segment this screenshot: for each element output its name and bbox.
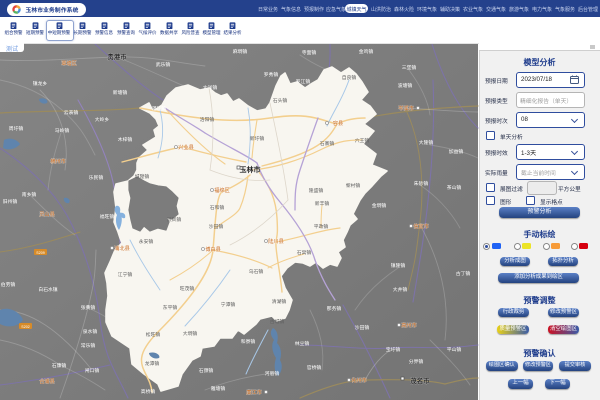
svg-text:S209: S209 <box>36 251 44 255</box>
svg-text:横州市: 横州市 <box>50 157 66 165</box>
svg-text:官桥镇: 官桥镇 <box>307 364 322 371</box>
svg-text:朱砂镇: 朱砂镇 <box>414 180 429 187</box>
svg-text:罗江镇: 罗江镇 <box>296 78 311 85</box>
svg-text:松旺镇: 松旺镇 <box>146 331 161 338</box>
svg-text:大岭乡: 大岭乡 <box>95 116 110 123</box>
svg-text:茶山镇: 茶山镇 <box>447 184 462 191</box>
svg-text:镇龙乡: 镇龙乡 <box>33 80 48 87</box>
svg-text:乐民镇: 乐民镇 <box>89 174 104 181</box>
svg-text:福绵区: 福绵区 <box>214 186 230 194</box>
svg-text:兴业县: 兴业县 <box>178 143 194 151</box>
svg-text:和寮镇: 和寮镇 <box>241 338 256 345</box>
svg-text:隆盛镇: 隆盛镇 <box>309 187 324 194</box>
svg-text:石颈镇: 石颈镇 <box>199 367 214 374</box>
svg-text:永安镇: 永安镇 <box>139 238 154 245</box>
svg-text:周圩镇: 周圩镇 <box>9 125 24 132</box>
svg-text:高桥镇: 高桥镇 <box>141 388 156 395</box>
svg-text:加益镇: 加益镇 <box>449 148 464 155</box>
svg-text:木梓镇: 木梓镇 <box>118 136 133 143</box>
svg-text:福旺镇: 福旺镇 <box>100 213 115 220</box>
svg-text:城隍镇: 城隍镇 <box>135 173 150 180</box>
svg-text:石头镇: 石头镇 <box>273 97 288 104</box>
svg-text:大井镇: 大井镇 <box>393 286 408 293</box>
svg-text:镇隆镇: 镇隆镇 <box>391 262 406 269</box>
svg-text:宁潭镇: 宁潭镇 <box>221 301 236 308</box>
svg-text:古丁镇: 古丁镇 <box>456 270 471 277</box>
svg-text:分界镇: 分界镇 <box>409 358 424 365</box>
svg-text:S202: S202 <box>21 325 29 329</box>
svg-text:龙潭镇: 龙潭镇 <box>145 360 160 367</box>
svg-text:浦北县: 浦北县 <box>114 244 130 252</box>
svg-text:石窝镇: 石窝镇 <box>297 249 312 256</box>
svg-text:黎村镇: 黎村镇 <box>346 182 361 189</box>
svg-text:博白县: 博白县 <box>205 245 221 253</box>
svg-text:平政镇: 平政镇 <box>314 223 329 230</box>
svg-text:廉江市: 廉江市 <box>246 388 262 396</box>
svg-text:闸口镇: 闸口镇 <box>85 367 100 374</box>
svg-text:新塘镇: 新塘镇 <box>113 89 128 96</box>
svg-text:马岭镇: 马岭镇 <box>55 127 70 134</box>
svg-text:容县: 容县 <box>333 119 343 127</box>
svg-text:泉水镇: 泉水镇 <box>83 328 98 335</box>
svg-text:石寨镇: 石寨镇 <box>320 140 335 147</box>
svg-text:武乐镇: 武乐镇 <box>156 61 171 68</box>
svg-text:高州市: 高州市 <box>401 321 417 329</box>
svg-text:沙田镇: 沙田镇 <box>355 324 370 331</box>
svg-text:清湖镇: 清湖镇 <box>272 298 287 305</box>
svg-text:平山镇: 平山镇 <box>447 346 462 353</box>
svg-text:岑溪市: 岑溪市 <box>398 104 414 112</box>
svg-text:乌石镇: 乌石镇 <box>249 268 264 275</box>
svg-text:金鸡镇: 金鸡镇 <box>359 48 374 55</box>
svg-text:玉林市: 玉林市 <box>240 165 261 174</box>
svg-text:三堡镇: 三堡镇 <box>402 64 417 71</box>
svg-text:白石水镇: 白石水镇 <box>38 286 57 293</box>
svg-text:旧州镇: 旧州镇 <box>3 198 18 205</box>
svg-text:麻垌镇: 麻垌镇 <box>233 48 248 55</box>
svg-text:河唇镇: 河唇镇 <box>265 370 280 377</box>
svg-text:伯劳镇: 伯劳镇 <box>1 281 16 288</box>
svg-text:合浦县: 合浦县 <box>39 377 55 385</box>
svg-text:贵港市: 贵港市 <box>107 52 127 61</box>
svg-text:罗秀镇: 罗秀镇 <box>264 71 279 78</box>
svg-text:石和镇: 石和镇 <box>210 204 225 211</box>
svg-text:自良镇: 自良镇 <box>342 74 357 81</box>
svg-text:洛阳镇: 洛阳镇 <box>200 116 215 123</box>
svg-text:信宜市: 信宜市 <box>413 222 429 230</box>
svg-text:双凤镇: 双凤镇 <box>167 216 182 223</box>
svg-text:常乐镇: 常乐镇 <box>81 342 96 349</box>
svg-text:灵山县: 灵山县 <box>39 210 55 218</box>
svg-text:化州市: 化州市 <box>351 376 367 384</box>
svg-text:石康镇: 石康镇 <box>52 362 67 369</box>
svg-text:陆川县: 陆川县 <box>268 237 284 245</box>
svg-text:六王镇: 六王镇 <box>355 137 370 144</box>
svg-text:波塘镇: 波塘镇 <box>398 82 413 89</box>
svg-text:新丰镇: 新丰镇 <box>315 200 330 207</box>
svg-text:那务镇: 那务镇 <box>327 305 342 312</box>
svg-text:大洋镇: 大洋镇 <box>203 84 218 91</box>
svg-text:张黄镇: 张黄镇 <box>81 304 96 311</box>
svg-text:南乡镇: 南乡镇 <box>22 191 37 198</box>
svg-text:寺面镇: 寺面镇 <box>302 49 317 56</box>
svg-text:茂名市: 茂名市 <box>409 376 430 385</box>
svg-text:旺茂镇: 旺茂镇 <box>180 285 195 292</box>
svg-text:江宁镇: 江宁镇 <box>118 271 133 278</box>
svg-text:雅塘镇: 雅塘镇 <box>211 385 226 392</box>
svg-text:大垌镇: 大垌镇 <box>183 330 198 337</box>
svg-text:云表镇: 云表镇 <box>64 109 79 116</box>
svg-text:大隆镇: 大隆镇 <box>419 139 434 146</box>
svg-text:古城镇: 古城镇 <box>270 318 285 325</box>
svg-text:湛江镇: 湛江镇 <box>152 105 167 112</box>
svg-text:覃塘区: 覃塘区 <box>61 59 77 67</box>
svg-text:新圩镇: 新圩镇 <box>250 135 265 142</box>
svg-text:东平镇: 东平镇 <box>163 304 178 311</box>
svg-text:金垌镇: 金垌镇 <box>372 202 387 209</box>
svg-text:宝圩镇: 宝圩镇 <box>386 346 401 353</box>
svg-text:沙田镇: 沙田镇 <box>209 223 224 230</box>
svg-text:林尘镇: 林尘镇 <box>295 340 310 347</box>
